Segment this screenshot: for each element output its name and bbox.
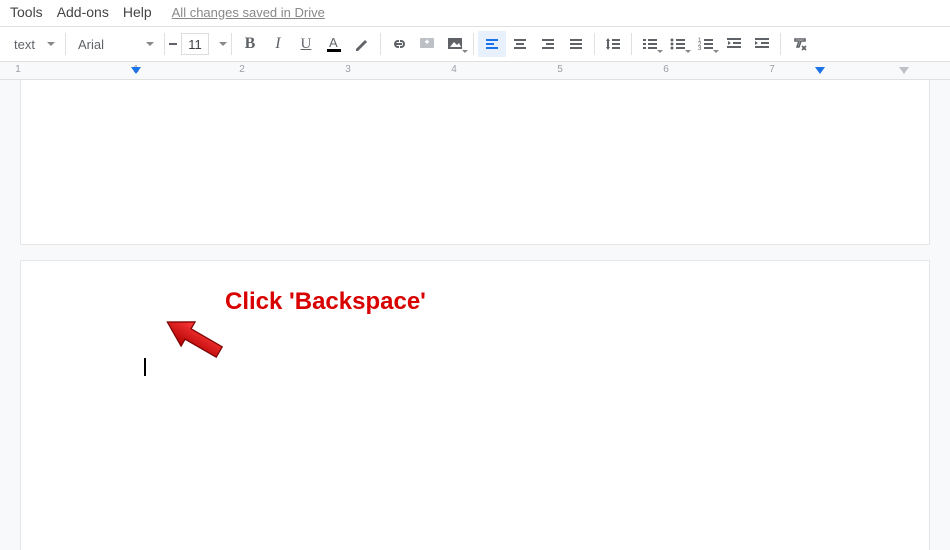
chevron-down-icon bbox=[47, 42, 55, 46]
increase-indent-button[interactable] bbox=[748, 31, 776, 57]
separator bbox=[231, 33, 232, 55]
increase-indent-icon bbox=[753, 35, 771, 53]
line-spacing-button[interactable] bbox=[599, 31, 627, 57]
margin-marker[interactable] bbox=[899, 67, 909, 74]
separator bbox=[780, 33, 781, 55]
svg-text:A: A bbox=[329, 35, 338, 50]
chevron-down-icon bbox=[219, 42, 227, 46]
align-center-button[interactable] bbox=[506, 31, 534, 57]
ruler-mark: 1 bbox=[15, 64, 21, 75]
separator bbox=[164, 33, 165, 55]
minus-icon[interactable] bbox=[169, 39, 177, 49]
ruler-mark: 5 bbox=[557, 64, 563, 75]
chevron-down-icon bbox=[462, 50, 468, 53]
save-status[interactable]: All changes saved in Drive bbox=[172, 5, 325, 20]
line-spacing-icon bbox=[604, 35, 622, 53]
clear-formatting-icon bbox=[790, 35, 808, 53]
page-prev[interactable] bbox=[20, 80, 930, 245]
insert-image-button[interactable] bbox=[441, 31, 469, 57]
ruler-mark: 4 bbox=[451, 64, 457, 75]
text-color-button[interactable]: A bbox=[320, 31, 348, 57]
toolbar: text Arial 11 B I U A bbox=[0, 26, 950, 62]
numbered-list-button[interactable]: 123 bbox=[692, 31, 720, 57]
separator bbox=[631, 33, 632, 55]
chevron-down-icon bbox=[657, 50, 663, 53]
text-color-icon: A bbox=[325, 35, 343, 53]
clear-formatting-button[interactable] bbox=[785, 31, 813, 57]
insert-comment-button[interactable] bbox=[413, 31, 441, 57]
align-left-button[interactable] bbox=[478, 31, 506, 57]
italic-button[interactable]: I bbox=[264, 31, 292, 57]
ruler-mark: 3 bbox=[345, 64, 351, 75]
chevron-down-icon bbox=[685, 50, 691, 53]
bulleted-list-button[interactable] bbox=[664, 31, 692, 57]
font-label: Arial bbox=[78, 37, 104, 52]
align-center-icon bbox=[512, 36, 528, 52]
highlight-button[interactable] bbox=[348, 31, 376, 57]
ruler-mark: 6 bbox=[663, 64, 669, 75]
text-cursor bbox=[144, 358, 146, 376]
styles-label: text bbox=[14, 37, 35, 52]
separator bbox=[473, 33, 474, 55]
highlight-icon bbox=[354, 36, 370, 52]
font-dropdown[interactable]: Arial bbox=[70, 31, 160, 57]
menu-addons[interactable]: Add-ons bbox=[57, 4, 109, 20]
separator bbox=[65, 33, 66, 55]
fontsize-control[interactable]: 11 bbox=[169, 33, 227, 55]
left-indent-marker[interactable] bbox=[131, 67, 141, 74]
insert-link-button[interactable] bbox=[385, 31, 413, 57]
svg-text:3: 3 bbox=[698, 46, 702, 52]
align-right-button[interactable] bbox=[534, 31, 562, 57]
comment-icon bbox=[418, 35, 436, 53]
menu-tools[interactable]: Tools bbox=[10, 4, 43, 20]
ruler[interactable]: 1 1 2 3 4 5 6 7 bbox=[0, 62, 950, 80]
underline-button[interactable]: U bbox=[292, 31, 320, 57]
align-justify-button[interactable] bbox=[562, 31, 590, 57]
chevron-down-icon bbox=[146, 42, 154, 46]
editor-canvas[interactable]: Click 'Backspace' bbox=[0, 80, 950, 550]
link-icon bbox=[390, 35, 408, 53]
annotation-text: Click 'Backspace' bbox=[225, 288, 426, 316]
bold-icon: B bbox=[245, 35, 256, 53]
ruler-mark: 2 bbox=[239, 64, 245, 75]
right-indent-marker[interactable] bbox=[815, 67, 825, 74]
decrease-indent-button[interactable] bbox=[720, 31, 748, 57]
align-justify-icon bbox=[568, 36, 584, 52]
align-right-icon bbox=[540, 36, 556, 52]
ruler-mark: 7 bbox=[769, 64, 775, 75]
align-left-icon bbox=[484, 36, 500, 52]
decrease-indent-icon bbox=[725, 35, 743, 53]
styles-dropdown[interactable]: text bbox=[6, 31, 61, 57]
menu-bar: Tools Add-ons Help All changes saved in … bbox=[0, 0, 950, 26]
page-current[interactable] bbox=[20, 260, 930, 550]
fontsize-value[interactable]: 11 bbox=[181, 33, 209, 55]
checklist-button[interactable] bbox=[636, 31, 664, 57]
menu-help[interactable]: Help bbox=[123, 4, 152, 20]
italic-icon: I bbox=[275, 35, 280, 53]
separator bbox=[380, 33, 381, 55]
chevron-down-icon bbox=[713, 50, 719, 53]
bold-button[interactable]: B bbox=[236, 31, 264, 57]
underline-icon: U bbox=[301, 36, 312, 53]
separator bbox=[594, 33, 595, 55]
